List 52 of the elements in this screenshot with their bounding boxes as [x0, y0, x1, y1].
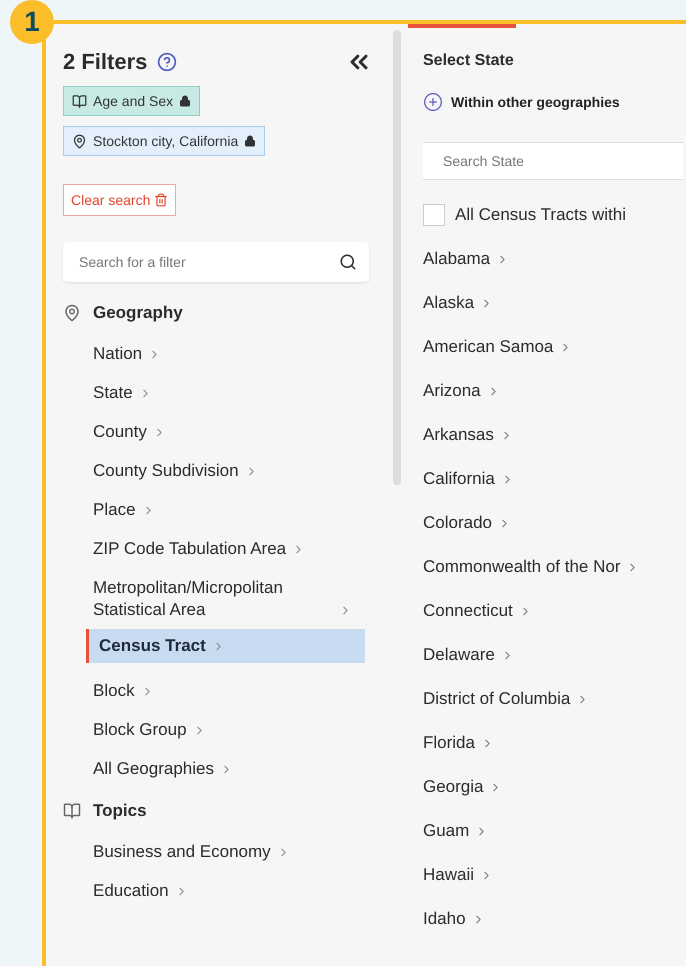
filter-item[interactable]: Metropolitan/Micropolitan Statistical Area: [63, 577, 365, 621]
filter-item[interactable]: Business and Economy: [63, 841, 365, 863]
search-icon[interactable]: [339, 253, 357, 271]
filter-item[interactable]: ZIP Code Tabulation Area: [63, 538, 365, 560]
filter-item[interactable]: Nation: [63, 343, 365, 365]
filter-item[interactable]: All Geographies: [63, 758, 365, 780]
geographies-link[interactable]: Within other geographies: [423, 92, 686, 112]
book-icon: [72, 94, 87, 108]
step-badge: 1: [10, 0, 54, 44]
filter-item[interactable]: Block Group: [63, 719, 365, 741]
trash-icon[interactable]: [154, 193, 168, 207]
filter-chip[interactable]: Stockton city, California: [63, 126, 266, 156]
clear-search-button[interactable]: Clear search: [63, 184, 176, 216]
plus-circle-icon[interactable]: [423, 92, 443, 112]
filter-item[interactable]: Census Tract: [86, 629, 365, 663]
state-option[interactable]: Idaho: [423, 908, 485, 930]
state-search-field[interactable]: Search State: [423, 142, 683, 180]
state-option[interactable]: Colorado: [423, 512, 511, 534]
select-all-checkbox[interactable]: All Census Tracts withi: [423, 204, 686, 226]
location-pin-icon: [63, 304, 81, 322]
state-option[interactable]: Arizona: [423, 380, 500, 402]
filter-item[interactable]: Education: [63, 880, 365, 902]
filters-title: 2 Filters: [63, 49, 148, 75]
state-option[interactable]: District of Columbia: [423, 688, 590, 710]
state-option[interactable]: Alaska: [423, 292, 494, 314]
state-option[interactable]: Hawaii: [423, 864, 494, 886]
state-option[interactable]: Georgia: [423, 776, 502, 798]
state-option[interactable]: Guam: [423, 820, 488, 842]
filter-chip[interactable]: Age and Sex: [63, 86, 200, 116]
state-option[interactable]: California: [423, 468, 514, 490]
filter-item[interactable]: State: [63, 382, 365, 404]
chip-label: Stockton city, California: [93, 133, 238, 149]
state-option[interactable]: Florida: [423, 732, 494, 754]
section-heading: Topics: [93, 801, 147, 821]
filter-item[interactable]: Place: [63, 499, 365, 521]
state-option[interactable]: Delaware: [423, 644, 514, 666]
state-option[interactable]: Connecticut: [423, 600, 532, 622]
state-option[interactable]: American Samoa: [423, 336, 572, 358]
filter-item[interactable]: County: [63, 421, 365, 443]
filter-item[interactable]: Block: [63, 680, 365, 702]
location-pin-icon: [72, 134, 87, 148]
state-option[interactable]: Alabama: [423, 248, 510, 270]
book-icon: [63, 802, 81, 820]
filter-item[interactable]: County Subdivision: [63, 460, 365, 482]
state-option[interactable]: Commonwealth of the Nor: [423, 556, 640, 578]
filter-search-field[interactable]: Search for a filter: [63, 242, 369, 282]
chip-label: Age and Sex: [93, 93, 174, 109]
panel-title: Select State: [423, 52, 515, 70]
section-heading: Geography: [93, 303, 183, 323]
help-icon[interactable]: [157, 52, 178, 72]
scrollbar[interactable]: [393, 30, 401, 485]
state-option[interactable]: Arkansas: [423, 424, 513, 446]
